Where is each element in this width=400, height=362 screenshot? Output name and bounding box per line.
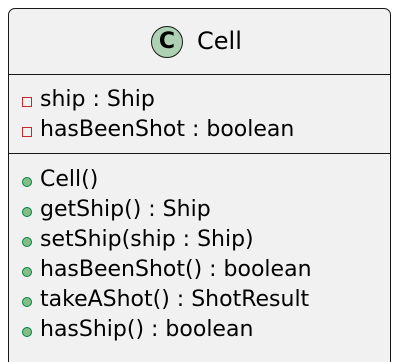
method-row: takeAShot() : ShotResult [9, 285, 390, 315]
field-row: ship : Ship [9, 85, 390, 115]
public-visibility-icon [22, 297, 32, 307]
method-row: Cell() [9, 165, 390, 195]
method-text: hasBeenShot() : boolean [40, 257, 312, 282]
public-visibility-icon [22, 237, 32, 247]
method-row: hasShip() : boolean [9, 315, 390, 345]
method-text: takeAShot() : ShotResult [40, 287, 310, 312]
private-visibility-icon [22, 127, 32, 137]
public-visibility-icon [22, 327, 32, 337]
method-text: Cell() [40, 167, 99, 192]
field-text: hasBeenShot : boolean [40, 117, 295, 142]
fields-divider [9, 153, 390, 154]
class-header: C Cell [9, 9, 390, 74]
public-visibility-icon [22, 267, 32, 277]
field-row: hasBeenShot : boolean [9, 115, 390, 145]
public-visibility-icon [22, 207, 32, 217]
field-text: ship : Ship [40, 87, 155, 112]
method-row: getShip() : Ship [9, 195, 390, 225]
private-visibility-icon [22, 97, 32, 107]
method-row: hasBeenShot() : boolean [9, 255, 390, 285]
header-divider [9, 74, 390, 75]
method-row: setShip(ship : Ship) [9, 225, 390, 255]
method-text: getShip() : Ship [40, 197, 211, 222]
diagram-canvas: C Cell ship : Ship hasBeenShot : boolean… [0, 0, 400, 362]
method-text: setShip(ship : Ship) [40, 227, 254, 252]
method-text: hasShip() : boolean [40, 317, 254, 342]
class-box-cell: C Cell ship : Ship hasBeenShot : boolean… [8, 8, 391, 362]
class-stereotype-icon: C [151, 26, 183, 58]
class-name: Cell [197, 27, 242, 55]
public-visibility-icon [22, 177, 32, 187]
